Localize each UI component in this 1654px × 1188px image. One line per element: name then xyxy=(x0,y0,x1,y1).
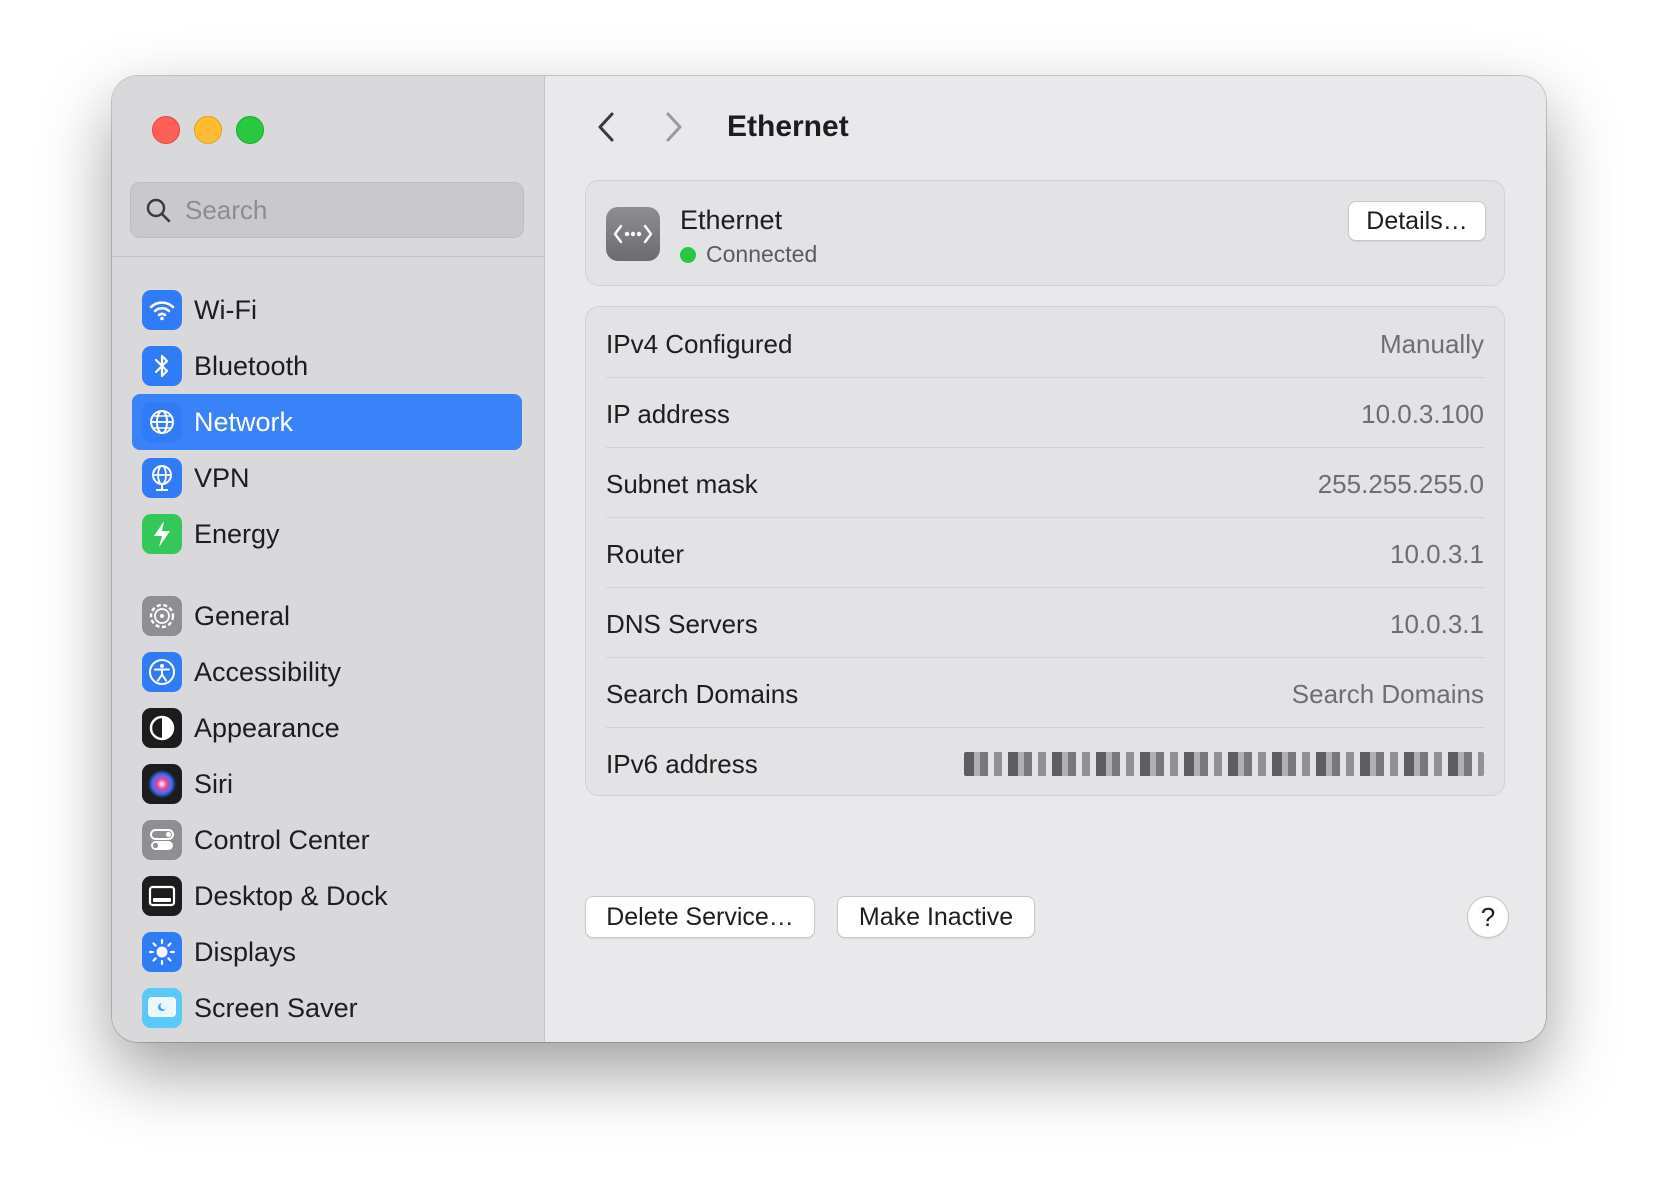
info-row: DNS Servers 10.0.3.1 xyxy=(606,587,1484,661)
sidebar-item-appearance[interactable]: Appearance xyxy=(132,700,522,756)
dock-icon xyxy=(142,876,182,916)
chevron-left-icon xyxy=(598,112,614,142)
sidebar: Wi-Fi Bluetooth Network VPN Energy General Acc… xyxy=(112,76,545,1042)
info-row: Subnet mask 255.255.255.0 xyxy=(606,447,1484,521)
info-row-value: Search Domains xyxy=(1291,678,1484,709)
sidebar-item-wi-fi[interactable]: Wi-Fi xyxy=(132,282,522,338)
sidebar-item-label: VPN xyxy=(194,462,250,493)
info-row: Router 10.0.3.1 xyxy=(606,517,1484,591)
status-text: Connected xyxy=(706,241,818,267)
sidebar-item-desktop-dock[interactable]: Desktop & Dock xyxy=(132,868,522,924)
delete-service-button[interactable]: Delete Service… xyxy=(585,896,815,938)
sidebar-item-displays[interactable]: Displays xyxy=(132,924,522,980)
sidebar-item-label: Desktop & Dock xyxy=(194,880,388,911)
sidebar-item-control-center[interactable]: Control Center xyxy=(132,812,522,868)
accessibility-icon xyxy=(142,652,182,692)
sidebar-item-screen-saver[interactable]: Screen Saver xyxy=(132,980,522,1036)
vpn-globe-icon xyxy=(142,458,182,498)
globe-icon xyxy=(142,402,182,442)
page-title: Ethernet xyxy=(727,110,849,143)
sidebar-item-label: Screen Saver xyxy=(194,992,358,1023)
appearance-icon xyxy=(142,708,182,748)
sidebar-item-network[interactable]: Network xyxy=(132,394,522,450)
help-button[interactable]: ? xyxy=(1467,896,1509,938)
service-name: Ethernet xyxy=(680,205,783,235)
info-row-value: 10.0.3.1 xyxy=(1390,608,1484,639)
info-row-key: Subnet mask xyxy=(606,468,758,499)
minimize-button[interactable] xyxy=(194,116,222,144)
info-row-key: IPv4 Configured xyxy=(606,328,793,359)
siri-icon xyxy=(142,764,182,804)
service-status: Connected xyxy=(680,241,817,268)
sidebar-item-general[interactable]: General xyxy=(132,588,522,644)
info-row: Search Domains Search Domains xyxy=(606,657,1484,731)
sidebar-item-label: Energy xyxy=(194,518,280,549)
info-row-key: DNS Servers xyxy=(606,608,758,639)
wifi-icon xyxy=(142,290,182,330)
toggles-icon xyxy=(142,820,182,860)
sidebar-item-bluetooth[interactable]: Bluetooth xyxy=(132,338,522,394)
sun-icon xyxy=(142,932,182,972)
sidebar-item-energy[interactable]: Energy xyxy=(132,506,522,562)
bolt-icon xyxy=(142,514,182,554)
sidebar-item-vpn[interactable]: VPN xyxy=(132,450,522,506)
redacted-value xyxy=(964,752,1484,776)
info-row: IP address 10.0.3.100 xyxy=(606,377,1484,451)
sidebar-item-accessibility[interactable]: Accessibility xyxy=(132,644,522,700)
settings-window: Wi-Fi Bluetooth Network VPN Energy General Acc… xyxy=(112,76,1546,1042)
details-button[interactable]: Details… xyxy=(1348,201,1486,241)
traffic-lights xyxy=(152,116,264,144)
info-row-value: 10.0.3.100 xyxy=(1361,398,1484,429)
ethernet-icon xyxy=(606,207,660,261)
info-row-key: Router xyxy=(606,538,685,569)
toolbar: Ethernet xyxy=(583,104,849,150)
info-row: IPv6 address xyxy=(606,727,1484,801)
sidebar-item-label: Siri xyxy=(194,768,233,799)
sidebar-nav: Wi-Fi Bluetooth Network VPN Energy General Acc… xyxy=(132,282,522,1036)
info-row-value: 255.255.255.0 xyxy=(1317,468,1484,499)
sidebar-item-label: Wi-Fi xyxy=(194,294,257,325)
chevron-right-icon xyxy=(666,112,682,142)
zoom-button[interactable] xyxy=(236,116,264,144)
sidebar-divider xyxy=(112,256,544,257)
close-button[interactable] xyxy=(152,116,180,144)
info-row: IPv4 Configured Manually xyxy=(606,307,1484,381)
search-field[interactable] xyxy=(130,182,524,238)
service-card: Ethernet Connected Details… xyxy=(585,180,1505,286)
info-row-key: IPv6 address xyxy=(606,748,758,779)
back-button[interactable] xyxy=(583,104,629,150)
sidebar-item-label: Control Center xyxy=(194,824,370,855)
info-row-value: 10.0.3.1 xyxy=(1390,538,1484,569)
info-row-value: Manually xyxy=(1379,328,1484,359)
sidebar-item-label: Displays xyxy=(194,936,297,967)
sidebar-item-label: General xyxy=(194,600,291,631)
main-pane: Ethernet Ethernet Connected Details… IPv… xyxy=(545,76,1546,1042)
make-inactive-button[interactable]: Make Inactive xyxy=(837,896,1035,938)
gear-icon xyxy=(142,596,182,636)
search-input[interactable] xyxy=(183,193,507,227)
sidebar-item-siri[interactable]: Siri xyxy=(132,756,522,812)
info-row-key: IP address xyxy=(606,398,730,429)
sidebar-item-label: Appearance xyxy=(194,712,340,743)
search-icon xyxy=(146,198,171,223)
info-row-key: Search Domains xyxy=(606,678,799,709)
status-indicator-icon xyxy=(680,246,696,263)
sidebar-item-label: Network xyxy=(194,406,294,437)
sidebar-item-label: Bluetooth xyxy=(194,350,309,381)
screensaver-icon xyxy=(142,988,182,1028)
info-card: IPv4 Configured Manually IP address 10.0.3.… xyxy=(585,306,1505,796)
sidebar-item-label: Accessibility xyxy=(194,656,342,687)
bluetooth-icon xyxy=(142,346,182,386)
forward-button[interactable] xyxy=(651,104,697,150)
